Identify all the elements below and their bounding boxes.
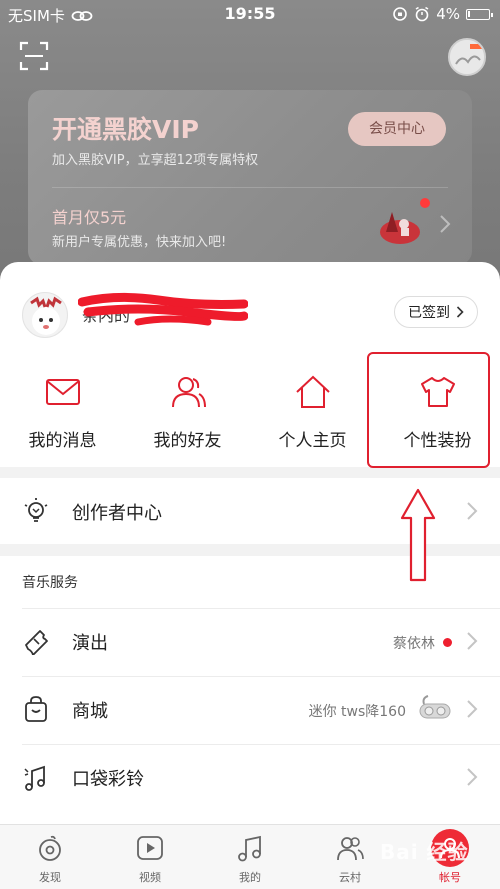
quick-action-label: 个人主页 bbox=[278, 431, 347, 451]
chevron-right-icon bbox=[456, 306, 464, 318]
vip-divider bbox=[52, 187, 448, 188]
promo-subtitle: 新用户专属优惠，快来加入吧! bbox=[52, 235, 227, 250]
notification-dot bbox=[443, 638, 452, 647]
list-item-mall[interactable]: 商城 迷你 tws降160 bbox=[0, 676, 500, 742]
divider bbox=[22, 608, 500, 609]
list-item-extra: 迷你 tws降160 bbox=[308, 704, 406, 720]
nav-label: 视频 bbox=[139, 871, 161, 884]
battery-percent: 4% bbox=[436, 5, 460, 23]
nav-video[interactable]: 视频 bbox=[100, 825, 200, 889]
vip-card[interactable]: 开通黑胶VIP 加入黑胶VIP，立享超12项专属特权 会员中心 首月仅5元 新用… bbox=[28, 90, 472, 265]
creator-center-label: 创作者中心 bbox=[72, 503, 162, 524]
list-item-extra: 蔡依林 bbox=[393, 633, 452, 653]
promo-title: 首月仅5元 bbox=[52, 208, 127, 227]
music-services-section: 音乐服务 演出 蔡依林 商城 迷你 tws降160 口袋彩铃 bbox=[0, 556, 500, 824]
status-bar: 无SIM卡 19:55 4% bbox=[0, 0, 500, 30]
list-item-label: 商城 bbox=[72, 701, 108, 722]
vip-title: 开通黑胶VIP bbox=[52, 115, 199, 144]
list-item-label: 口袋彩铃 bbox=[72, 769, 144, 790]
nav-mine[interactable]: 我的 bbox=[200, 825, 300, 889]
quick-action-homepage[interactable]: 个人主页 bbox=[250, 370, 375, 460]
checkin-button[interactable]: 已签到 bbox=[394, 296, 478, 328]
nav-label: 云村 bbox=[339, 871, 361, 884]
arrow-up-annotation-icon bbox=[400, 488, 436, 582]
chevron-right-icon bbox=[467, 700, 478, 718]
checkin-label: 已签到 bbox=[408, 305, 450, 321]
scan-icon[interactable] bbox=[18, 40, 50, 72]
list-item-label: 演出 bbox=[72, 633, 108, 654]
shopping-bag-icon bbox=[25, 696, 47, 722]
friends-icon bbox=[171, 377, 206, 408]
section-title: 音乐服务 bbox=[22, 575, 78, 591]
divider bbox=[22, 676, 500, 677]
earbuds-icon bbox=[419, 695, 451, 719]
chevron-right-icon bbox=[467, 632, 478, 650]
list-item-ringtone[interactable]: 口袋彩铃 bbox=[0, 744, 500, 810]
nav-discover[interactable]: 发现 bbox=[0, 825, 100, 889]
music-note-icon bbox=[238, 835, 261, 862]
video-icon bbox=[137, 836, 163, 860]
avatar[interactable] bbox=[448, 38, 486, 76]
vip-subtitle: 加入黑胶VIP，立享超12项专属特权 bbox=[52, 153, 259, 168]
alarm-icon bbox=[415, 6, 429, 22]
list-item-performance[interactable]: 演出 蔡依林 bbox=[0, 608, 500, 674]
chevron-right-icon bbox=[440, 215, 451, 233]
divider bbox=[22, 744, 500, 745]
ringtone-icon bbox=[24, 765, 45, 791]
battery-icon bbox=[466, 8, 493, 20]
member-center-button[interactable]: 会员中心 bbox=[348, 112, 446, 146]
highlight-annotation bbox=[367, 352, 490, 468]
mail-icon bbox=[45, 379, 80, 405]
community-icon bbox=[337, 837, 364, 861]
nav-label: 我的 bbox=[239, 871, 261, 884]
redaction-scribble bbox=[78, 292, 248, 326]
profile-avatar[interactable] bbox=[22, 292, 68, 338]
chevron-right-icon bbox=[467, 768, 478, 786]
lightbulb-icon bbox=[24, 498, 48, 522]
quick-action-label: 我的消息 bbox=[28, 431, 97, 451]
nav-label: 帐号 bbox=[439, 871, 461, 884]
quick-action-friends[interactable]: 我的好友 bbox=[125, 370, 250, 460]
chevron-right-icon bbox=[467, 502, 478, 520]
discover-icon bbox=[39, 835, 61, 861]
watermark: Bai 经验 bbox=[380, 840, 469, 864]
nav-label: 发现 bbox=[39, 871, 61, 884]
ticket-icon bbox=[25, 630, 48, 655]
home-icon bbox=[295, 375, 330, 408]
rotation-lock-icon bbox=[393, 7, 408, 21]
quick-action-messages[interactable]: 我的消息 bbox=[0, 370, 125, 460]
promo-illustration-icon bbox=[380, 212, 420, 244]
quick-action-label: 我的好友 bbox=[153, 431, 222, 451]
promo-notification-dot bbox=[420, 198, 430, 208]
